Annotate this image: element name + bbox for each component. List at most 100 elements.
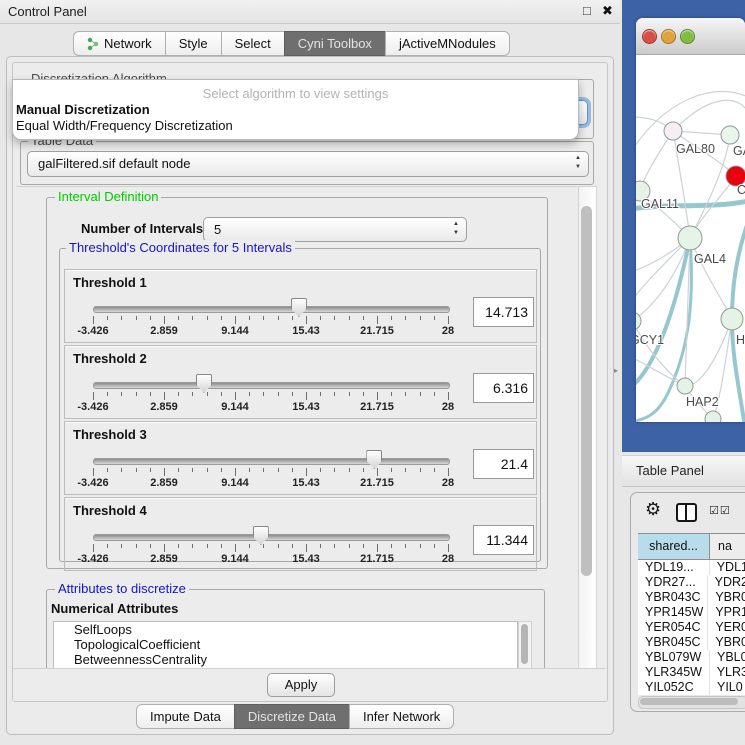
network-icon — [87, 37, 99, 51]
right-panel: GAL80GACGAL11GAL4GCY1HHAP2 Table Panel ⚙… — [620, 0, 745, 745]
cell-shared-name[interactable]: YLR345W — [638, 665, 710, 680]
table-row[interactable]: YBL079WYBL0 — [638, 650, 745, 665]
tick-mark — [121, 468, 122, 472]
table-row[interactable]: YPR145WYPR1 — [638, 605, 745, 620]
cell-name[interactable]: YDR2 — [708, 575, 745, 590]
popup-item-manual-discretization[interactable]: Manual Discretization — [16, 102, 150, 117]
column-header-name[interactable]: na — [710, 534, 745, 559]
threshold-value-field-2[interactable]: 6.316 — [473, 373, 534, 403]
attribute-item-topologicalcoefficient[interactable]: TopologicalCoefficient — [54, 637, 517, 652]
threshold-value-field-4[interactable]: 11.344 — [473, 525, 534, 555]
gear-icon[interactable]: ⚙ — [645, 499, 661, 520]
tick-label: 15.43 — [292, 477, 320, 489]
close-light-icon[interactable] — [642, 29, 657, 44]
table-row[interactable]: YDR27...YDR2 — [638, 575, 745, 590]
tick-mark — [221, 392, 222, 396]
tab-select[interactable]: Select — [221, 31, 284, 56]
network-node[interactable] — [677, 378, 693, 394]
float-window-icon[interactable]: □ — [583, 3, 591, 18]
cell-name[interactable]: YDL1 — [710, 560, 745, 575]
cell-name[interactable]: YER0 — [708, 620, 745, 635]
tab-jactivemnodules[interactable]: jActiveMNodules — [385, 31, 510, 56]
number-of-intervals-combobox[interactable]: 5 ▲ ▼ — [203, 217, 467, 242]
cell-shared-name[interactable]: YDR27... — [638, 575, 708, 590]
table-data-combobox[interactable]: galFiltered.sif default node ▲ ▼ — [27, 151, 589, 177]
tick-label: 9.144 — [221, 401, 249, 413]
column-header-shared-name[interactable]: shared... — [638, 534, 710, 559]
tick-mark — [377, 392, 378, 400]
tick-mark — [434, 544, 435, 548]
table-row[interactable]: YBR043CYBR0 — [638, 590, 745, 605]
select-columns-checkboxes-icon[interactable]: ☑☑ — [709, 504, 731, 517]
cell-name[interactable]: YBL0 — [710, 650, 745, 665]
settings-scrollbar-thumb[interactable] — [581, 206, 592, 576]
network-node[interactable] — [721, 308, 743, 330]
table-row[interactable]: YDL19...YDL1 — [638, 560, 745, 575]
network-graph[interactable]: GAL80GACGAL11GAL4GCY1HHAP2 — [636, 55, 745, 422]
tab-style[interactable]: Style — [165, 31, 221, 56]
threshold-slider-track-4[interactable] — [93, 534, 450, 541]
zoom-light-icon[interactable] — [680, 29, 695, 44]
threshold-value-field-3[interactable]: 21.4 — [473, 449, 534, 479]
table-horizontal-scrollbar-thumb[interactable] — [640, 698, 738, 705]
table-row[interactable]: YIL052CYIL0 — [638, 680, 745, 695]
tick-mark — [164, 392, 165, 400]
network-canvas[interactable]: GAL80GACGAL11GAL4GCY1HHAP2 — [636, 55, 745, 422]
cell-shared-name[interactable]: YBL079W — [638, 650, 710, 665]
table-horizontal-scrollbar[interactable] — [638, 696, 745, 709]
tab-impute-data[interactable]: Impute Data — [136, 704, 234, 729]
settings-scrollbar[interactable] — [578, 186, 597, 669]
tick-mark — [363, 316, 364, 320]
tab-infer-network[interactable]: Infer Network — [349, 704, 454, 729]
popup-item-equal-width-frequency[interactable]: Equal Width/Frequency Discretization — [16, 118, 233, 133]
tab-network[interactable]: Network — [73, 31, 165, 56]
tick-mark — [278, 316, 279, 320]
network-node[interactable] — [678, 226, 702, 250]
table-row[interactable]: YLR345WYLR3 — [638, 665, 745, 680]
cell-shared-name[interactable]: YPR145W — [638, 605, 708, 620]
cell-shared-name[interactable]: YBR045C — [638, 635, 708, 650]
tick-label: 2.859 — [150, 553, 178, 565]
network-node[interactable] — [721, 126, 739, 144]
threshold-slider-thumb-4[interactable] — [253, 526, 269, 545]
threshold-slider-thumb-2[interactable] — [196, 374, 212, 393]
close-icon[interactable]: ✖ — [602, 3, 613, 19]
apply-button[interactable]: Apply — [267, 673, 335, 697]
minimize-light-icon[interactable] — [661, 29, 676, 44]
cell-shared-name[interactable]: YER054C — [638, 620, 708, 635]
attributes-list-scrollbar-thumb[interactable] — [521, 624, 528, 664]
node-table-header: shared... na — [638, 533, 745, 560]
threshold-ticks-3 — [93, 468, 450, 477]
threshold-slider-thumb-1[interactable] — [291, 298, 307, 317]
tick-mark — [107, 544, 108, 548]
threshold-value-field-1[interactable]: 14.713 — [473, 297, 534, 327]
panel-divider-arrow-icon[interactable]: ▸ — [614, 366, 618, 375]
cell-name[interactable]: YBR0 — [708, 590, 745, 605]
cell-name[interactable]: YIL0 — [710, 680, 743, 695]
split-view-icon[interactable] — [676, 503, 697, 522]
arrow-up-icon: ▲ — [453, 221, 459, 227]
cell-name[interactable]: YPR1 — [708, 605, 745, 620]
network-node[interactable] — [664, 122, 682, 140]
cell-shared-name[interactable]: YDL19... — [638, 560, 710, 575]
tick-mark — [192, 316, 193, 320]
threshold-slider-track-3[interactable] — [93, 458, 450, 465]
cell-name[interactable]: YLR3 — [710, 665, 745, 680]
cell-name[interactable]: YBR0 — [708, 635, 745, 650]
table-row[interactable]: YBR045CYBR0 — [638, 635, 745, 650]
tab-discretize-data[interactable]: Discretize Data — [234, 704, 349, 729]
threshold-slider-track-2[interactable] — [93, 382, 450, 389]
attributes-list-scrollbar[interactable] — [518, 621, 532, 668]
threshold-slider-track-1[interactable] — [93, 306, 450, 313]
table-row[interactable]: YER054CYER0 — [638, 620, 745, 635]
tick-mark — [434, 316, 435, 320]
attribute-item-betweennesscentrality[interactable]: BetweennessCentrality — [54, 652, 517, 667]
threshold-slider-thumb-3[interactable] — [366, 450, 382, 469]
cell-shared-name[interactable]: YIL052C — [638, 680, 710, 695]
cell-shared-name[interactable]: YBR043C — [638, 590, 708, 605]
tab-cyni-toolbox[interactable]: Cyni Toolbox — [284, 31, 385, 56]
numerical-attributes-list[interactable]: SelfLoopsTopologicalCoefficientBetweenne… — [53, 621, 518, 668]
attribute-item-selfloops[interactable]: SelfLoops — [54, 622, 517, 637]
network-window-titlebar[interactable] — [636, 18, 745, 55]
network-node[interactable] — [705, 411, 721, 422]
